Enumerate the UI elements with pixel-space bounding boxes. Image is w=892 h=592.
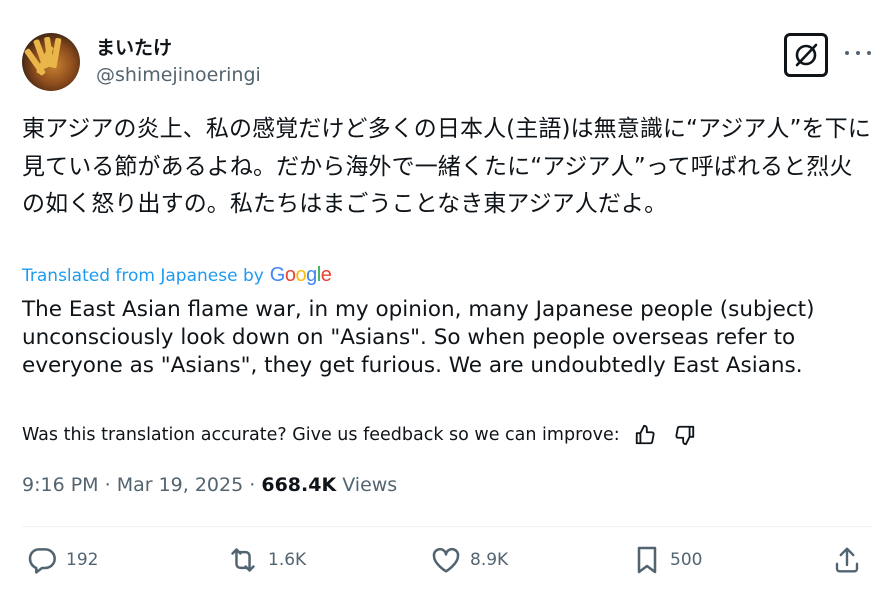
divider <box>22 526 872 527</box>
tweet-date[interactable]: Mar 19, 2025 <box>117 474 244 496</box>
like-count: 8.9K <box>470 550 509 570</box>
google-logo: Google <box>269 264 332 286</box>
tweet-original-text: 東アジアの炎上、私の感覚だけど多くの日本人(主語)は無意識に“アジア人”を下に見… <box>22 116 871 217</box>
reply-icon <box>26 544 58 576</box>
views-label: Views <box>342 474 398 496</box>
tweet-time[interactable]: 9:16 PM <box>22 474 99 496</box>
author-handle[interactable]: @shimejinoeringi <box>96 64 261 86</box>
translation-feedback: Was this translation accurate? Give us f… <box>22 424 696 446</box>
share-icon <box>832 544 862 576</box>
grok-icon <box>795 43 818 67</box>
meta-separator: · <box>104 474 111 496</box>
share-button[interactable] <box>832 544 862 576</box>
repost-button[interactable]: 1.6K <box>226 544 306 576</box>
like-button[interactable]: 8.9K <box>430 544 508 576</box>
more-icon[interactable] <box>845 43 871 63</box>
translated-from-label: Translated from Japanese by <box>22 265 264 286</box>
reply-count: 192 <box>66 550 99 570</box>
repost-count: 1.6K <box>268 550 307 570</box>
tweet-meta: 9:16 PM · Mar 19, 2025 · 668.4K Views <box>22 474 397 496</box>
avatar[interactable] <box>22 33 80 91</box>
meta-separator: · <box>249 474 256 496</box>
thumbs-down-icon[interactable] <box>674 424 696 446</box>
bookmark-icon <box>632 544 662 576</box>
repost-icon <box>226 544 260 576</box>
bookmark-button[interactable]: 500 <box>632 544 702 576</box>
translation-attribution[interactable]: Translated from Japanese by Google <box>22 264 332 287</box>
thumbs-up-icon[interactable] <box>634 424 656 446</box>
like-icon <box>430 544 462 576</box>
feedback-prompt: Was this translation accurate? Give us f… <box>22 425 620 445</box>
grok-button[interactable] <box>784 33 828 77</box>
bookmark-count: 500 <box>670 550 703 570</box>
views-count: 668.4K <box>261 474 337 496</box>
tweet-translated-text: The East Asian flame war, in my opinion,… <box>22 297 815 378</box>
reply-button[interactable]: 192 <box>26 544 98 576</box>
author-display-name[interactable]: まいたけ <box>96 33 172 60</box>
